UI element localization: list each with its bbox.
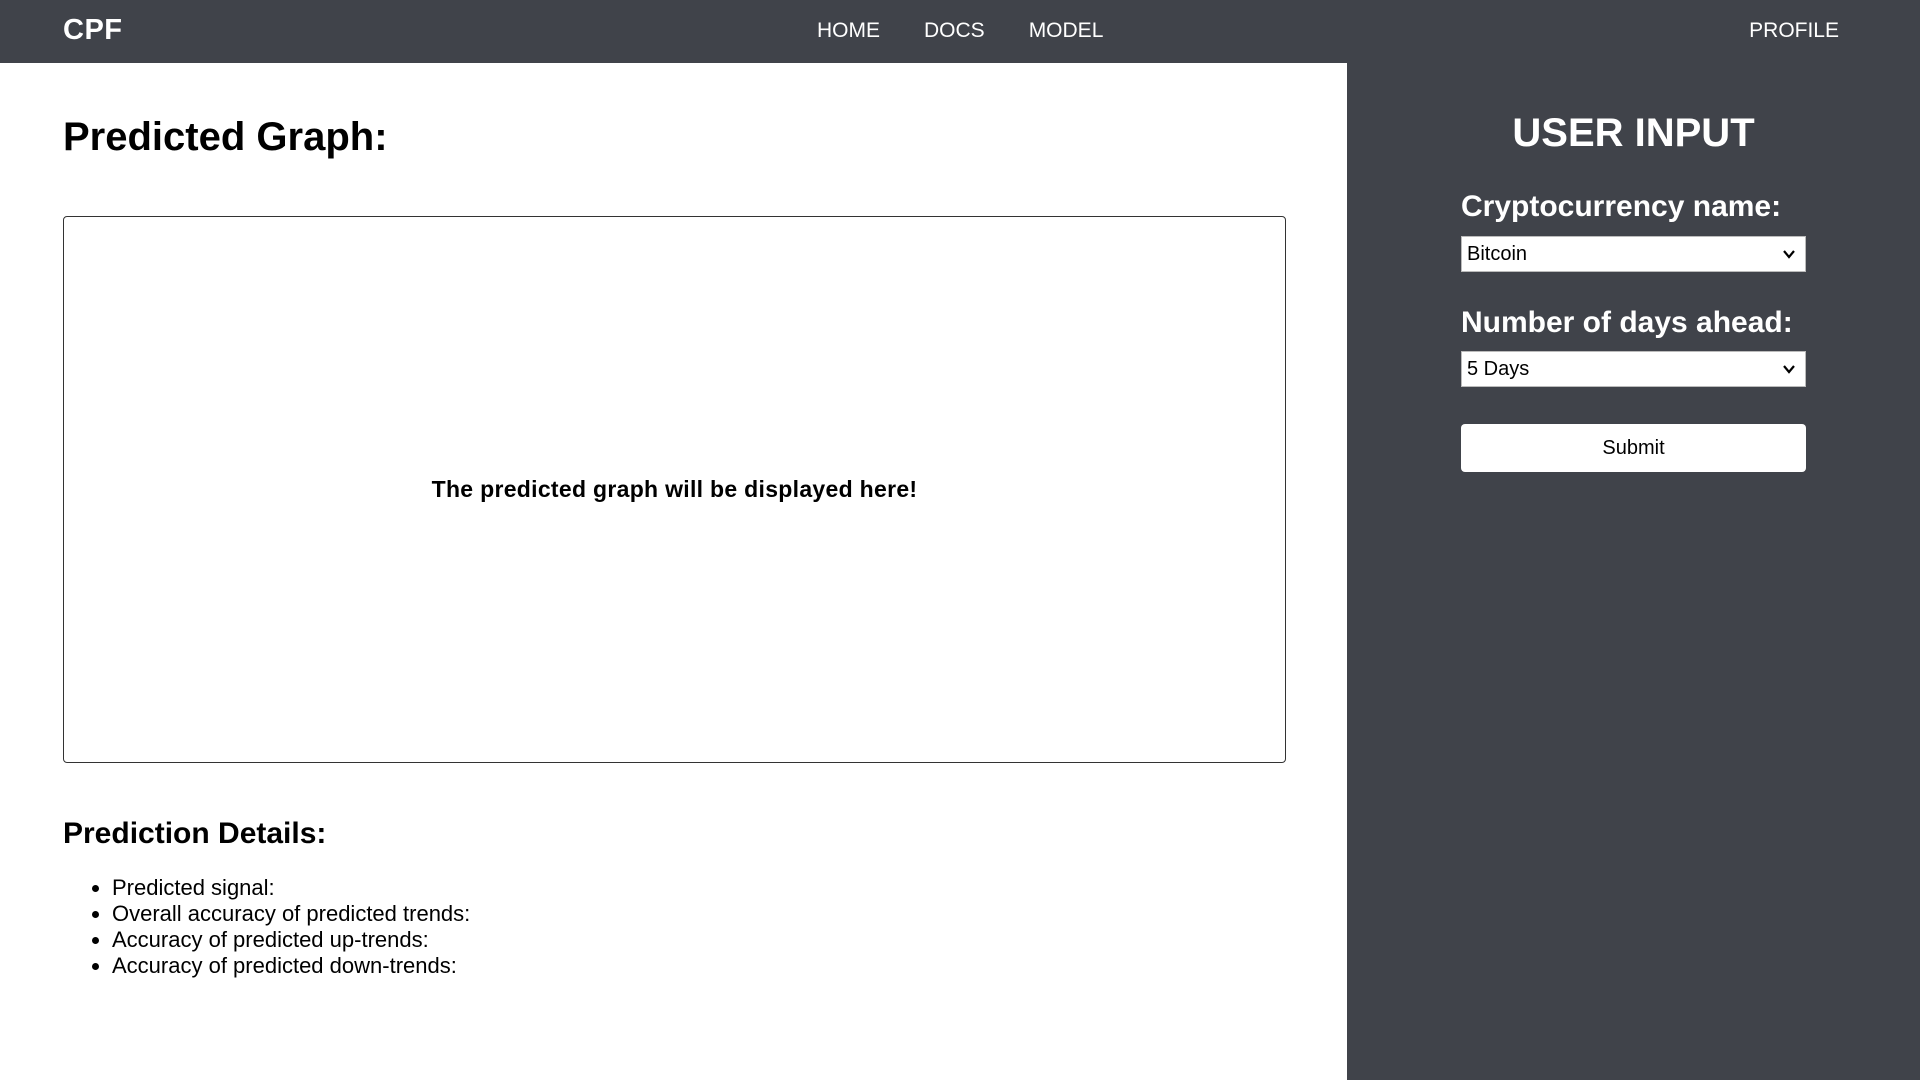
page-title: Predicted Graph: <box>63 115 388 159</box>
days-select-value: 5 Days <box>1467 357 1530 380</box>
days-select[interactable]: 5 Days <box>1461 351 1806 387</box>
nav-model-link[interactable]: MODEL <box>1029 19 1104 43</box>
detail-overall-accuracy: Overall accuracy of predicted trends: <box>112 901 470 927</box>
graph-placeholder-text: The predicted graph will be displayed he… <box>431 476 918 502</box>
user-input-panel: USER INPUT Cryptocurrency name: Bitcoin … <box>1347 63 1920 1080</box>
main-nav: HOME DOCS MODEL <box>817 19 1147 43</box>
sidebar-title: USER INPUT <box>1512 111 1755 155</box>
detail-uptrend-accuracy: Accuracy of predicted up-trends: <box>112 927 470 953</box>
details-title: Prediction Details: <box>63 817 327 850</box>
nav-docs-link[interactable]: DOCS <box>924 19 985 43</box>
crypto-select-value: Bitcoin <box>1467 242 1528 265</box>
top-navbar: CPF HOME DOCS MODEL PROFILE <box>0 0 1920 63</box>
graph-container: The predicted graph will be displayed he… <box>63 216 1286 763</box>
detail-downtrend-accuracy: Accuracy of predicted down-trends: <box>112 953 470 979</box>
detail-predicted-signal: Predicted signal: <box>112 875 470 901</box>
brand-logo[interactable]: CPF <box>63 14 123 47</box>
days-label: Number of days ahead: <box>1461 306 1793 339</box>
crypto-select[interactable]: Bitcoin <box>1461 236 1806 272</box>
chevron-down-icon <box>1783 365 1795 374</box>
nav-home-link[interactable]: HOME <box>817 19 880 43</box>
chevron-down-icon <box>1783 250 1795 259</box>
main-content: Predicted Graph: The predicted graph wil… <box>0 63 1347 1080</box>
details-list: Predicted signal: Overall accuracy of pr… <box>112 875 470 979</box>
profile-link[interactable]: PROFILE <box>1749 19 1839 43</box>
submit-button[interactable]: Submit <box>1461 424 1806 472</box>
crypto-label: Cryptocurrency name: <box>1461 190 1782 223</box>
